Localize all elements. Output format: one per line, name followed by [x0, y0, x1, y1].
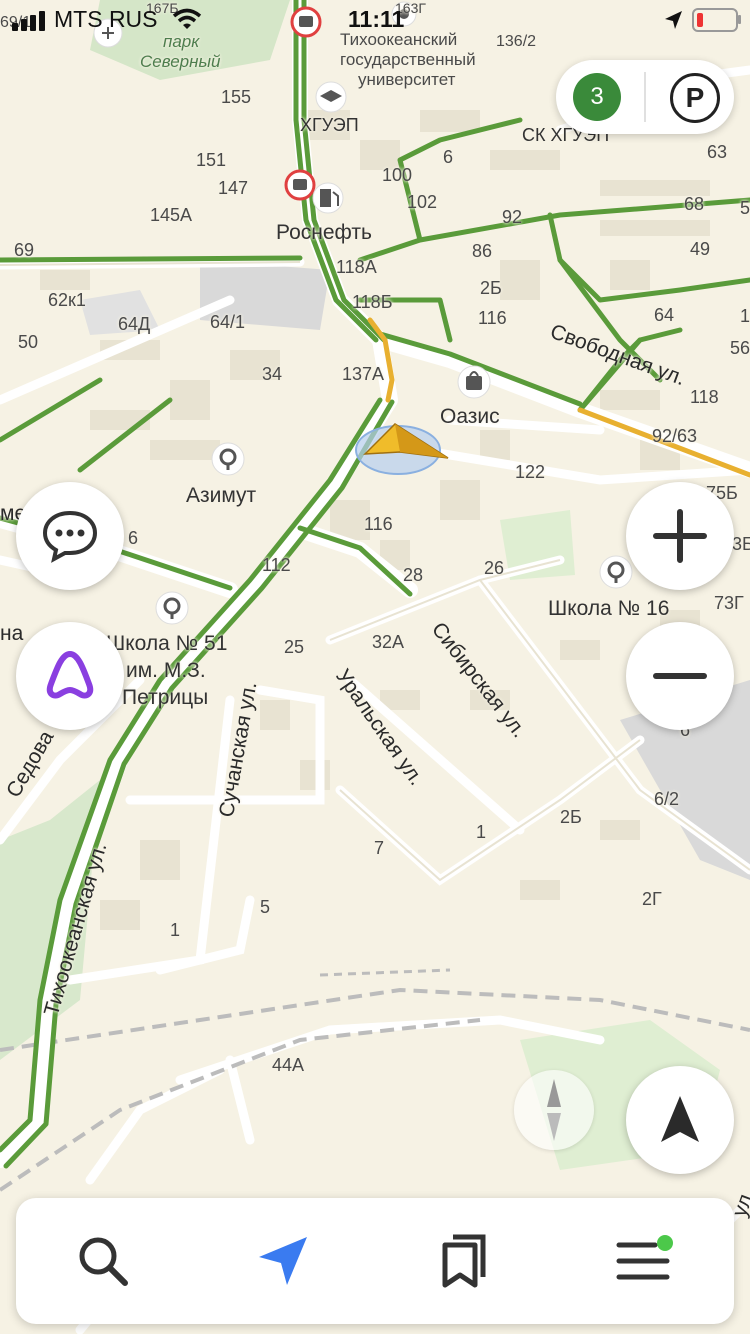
- house-number: 118: [690, 387, 719, 407]
- house-number: 118А: [336, 257, 377, 277]
- house-number: 68: [684, 194, 705, 214]
- fuel-marker[interactable]: [312, 182, 344, 214]
- camera-marker[interactable]: [284, 169, 316, 201]
- house-number: 112: [262, 555, 291, 575]
- house-number: 1: [170, 920, 181, 940]
- house-number: 3Б: [732, 534, 750, 554]
- house-number: 34: [262, 364, 283, 384]
- house-number: 62к1: [48, 290, 86, 310]
- navigator-arrow-icon: [259, 1237, 307, 1285]
- poi-label-azimut[interactable]: Азимут: [186, 484, 256, 508]
- house-number: 6/2: [654, 789, 680, 809]
- house-number: 50: [18, 332, 39, 352]
- house-number: 147: [218, 178, 249, 198]
- chat-icon: [42, 510, 98, 563]
- tab-bookmarks[interactable]: [430, 1228, 496, 1294]
- bottom-navigation-bar: [16, 1198, 734, 1324]
- house-number: 86: [472, 241, 493, 261]
- house-number: 49: [690, 239, 711, 259]
- alice-icon: [46, 651, 94, 699]
- bookmarks-icon: [442, 1234, 486, 1288]
- menu-icon: [616, 1235, 673, 1280]
- location-services-icon: [665, 11, 682, 29]
- house-number: 5: [740, 198, 750, 218]
- house-number: 100: [382, 165, 413, 185]
- compass-icon: [547, 1079, 561, 1141]
- house-number: 145А: [150, 205, 193, 225]
- compass-button[interactable]: [514, 1070, 594, 1150]
- house-number: 116: [364, 514, 393, 534]
- house-number: 6: [443, 147, 454, 167]
- house-number: 64/1: [210, 312, 246, 332]
- house-number: 64Д: [118, 314, 151, 334]
- house-number: 92/63: [652, 426, 698, 446]
- house-number: 92: [502, 207, 523, 227]
- plus-icon: [653, 509, 707, 563]
- signal-icon: [12, 11, 45, 31]
- zoom-out-button[interactable]: [626, 622, 734, 730]
- battery-icon: [692, 8, 738, 32]
- house-number: 73Г: [714, 593, 744, 613]
- house-number: 64: [654, 305, 675, 325]
- house-number: 122: [515, 462, 546, 482]
- wifi-icon: [172, 8, 202, 29]
- house-number: 7: [374, 838, 385, 858]
- park-label: Северный: [140, 52, 221, 71]
- house-number: 69: [14, 240, 35, 260]
- tab-search[interactable]: [70, 1228, 136, 1294]
- house-number: 26: [484, 558, 505, 578]
- status-time: 11:11: [348, 6, 405, 32]
- house-number: 32А: [372, 632, 405, 652]
- carrier-name: MTS RUS: [54, 6, 158, 32]
- house-number: 151: [196, 150, 227, 170]
- house-number: 1: [476, 822, 487, 842]
- school-marker[interactable]: [155, 591, 189, 625]
- tab-navigator[interactable]: [250, 1228, 316, 1294]
- house-number: 102: [407, 192, 438, 212]
- poi-label-school51[interactable]: Школа № 51 им. М.З. Петрицы: [106, 630, 227, 711]
- parking-button[interactable]: P: [670, 73, 720, 123]
- poi-label-oasis[interactable]: Оазис: [440, 405, 500, 429]
- house-number: 2Б: [560, 807, 582, 827]
- alice-assistant-button[interactable]: [16, 622, 124, 730]
- school-marker[interactable]: [599, 555, 633, 589]
- tab-menu[interactable]: [610, 1228, 676, 1294]
- house-number: 2Г: [642, 889, 662, 909]
- house-number: 28: [403, 565, 424, 585]
- house-number: 118Б: [352, 292, 393, 312]
- status-bar: MTS RUS 11:11: [0, 0, 750, 40]
- poi-label-khguep[interactable]: ХГУЭП: [300, 115, 359, 136]
- house-number: 116: [478, 308, 507, 328]
- house-number: 5: [260, 897, 271, 917]
- my-location-button[interactable]: [626, 1066, 734, 1174]
- shop-marker[interactable]: [457, 365, 491, 399]
- school-marker[interactable]: [211, 442, 245, 476]
- house-number: 25: [284, 637, 305, 657]
- search-icon: [79, 1237, 128, 1286]
- navigation-arrow-icon: [661, 1096, 699, 1142]
- poi-label-school16[interactable]: Школа № 16: [548, 597, 669, 621]
- house-number: 63: [707, 142, 728, 162]
- house-number: 2Б: [480, 278, 502, 298]
- map-layers-pill: 3 P: [556, 60, 734, 134]
- house-number: 56: [730, 338, 750, 358]
- house-number: 137А: [342, 364, 385, 384]
- minus-icon: [653, 673, 707, 679]
- house-number: 44А: [272, 1055, 305, 1075]
- notification-dot: [657, 1235, 673, 1251]
- zoom-in-button[interactable]: [626, 482, 734, 590]
- house-number: 155: [221, 87, 252, 107]
- house-number: 6: [128, 528, 139, 548]
- street-label: на: [0, 622, 24, 645]
- traffic-level-button[interactable]: 3: [573, 73, 621, 121]
- poi-label-rosneft[interactable]: Роснефть: [276, 221, 372, 245]
- house-number: 1: [740, 306, 750, 326]
- chat-button[interactable]: [16, 482, 124, 590]
